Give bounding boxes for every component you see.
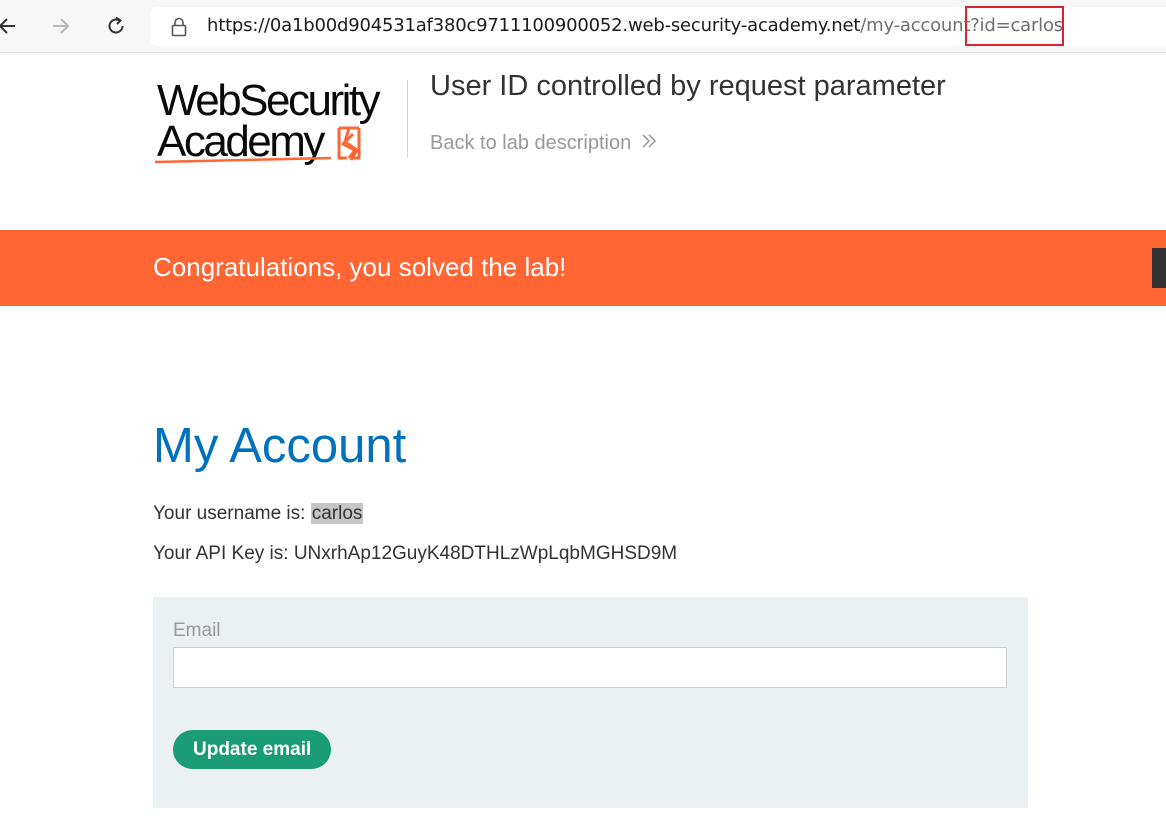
back-link-label: Back to lab description [430,132,632,154]
change-email-form: Email Update email [153,597,1028,808]
banner-side-tab[interactable] [1152,248,1166,288]
header-divider [407,80,408,158]
username-line: Your username is: carlos [153,503,364,525]
banner-message: Congratulations, you solved the lab! [153,252,567,282]
browser-toolbar: https://0a1b00d904531af380c9711100900052… [0,0,1166,53]
url-host: https://0a1b00d904531af380c9711100900052… [207,15,861,36]
logo-mark-icon [154,126,361,164]
page-title: My Account [153,419,407,473]
email-label: Email [173,620,221,641]
lock-icon [171,17,187,42]
email-field[interactable] [173,647,1007,688]
username-prefix: Your username is: [153,503,311,524]
lab-title: User ID controlled by request parameter [430,70,946,102]
forward-arrow-icon[interactable] [46,12,74,40]
web-security-academy-logo[interactable]: WebSecurity Academy [153,76,405,172]
update-email-button[interactable]: Update email [173,730,332,769]
reload-icon[interactable] [102,12,130,40]
url-text: https://0a1b00d904531af380c9711100900052… [207,15,1063,36]
api-key-line: Your API Key is: UNxrhAp12GuyK48DTHLzWpL… [153,543,678,564]
lab-solved-banner: Congratulations, you solved the lab! [0,230,1166,306]
double-chevron-right-icon [641,132,657,155]
username-value: carlos [310,503,364,524]
back-arrow-icon[interactable] [0,12,22,40]
back-to-lab-link[interactable]: Back to lab description [430,132,657,155]
url-param-highlight [965,6,1064,46]
